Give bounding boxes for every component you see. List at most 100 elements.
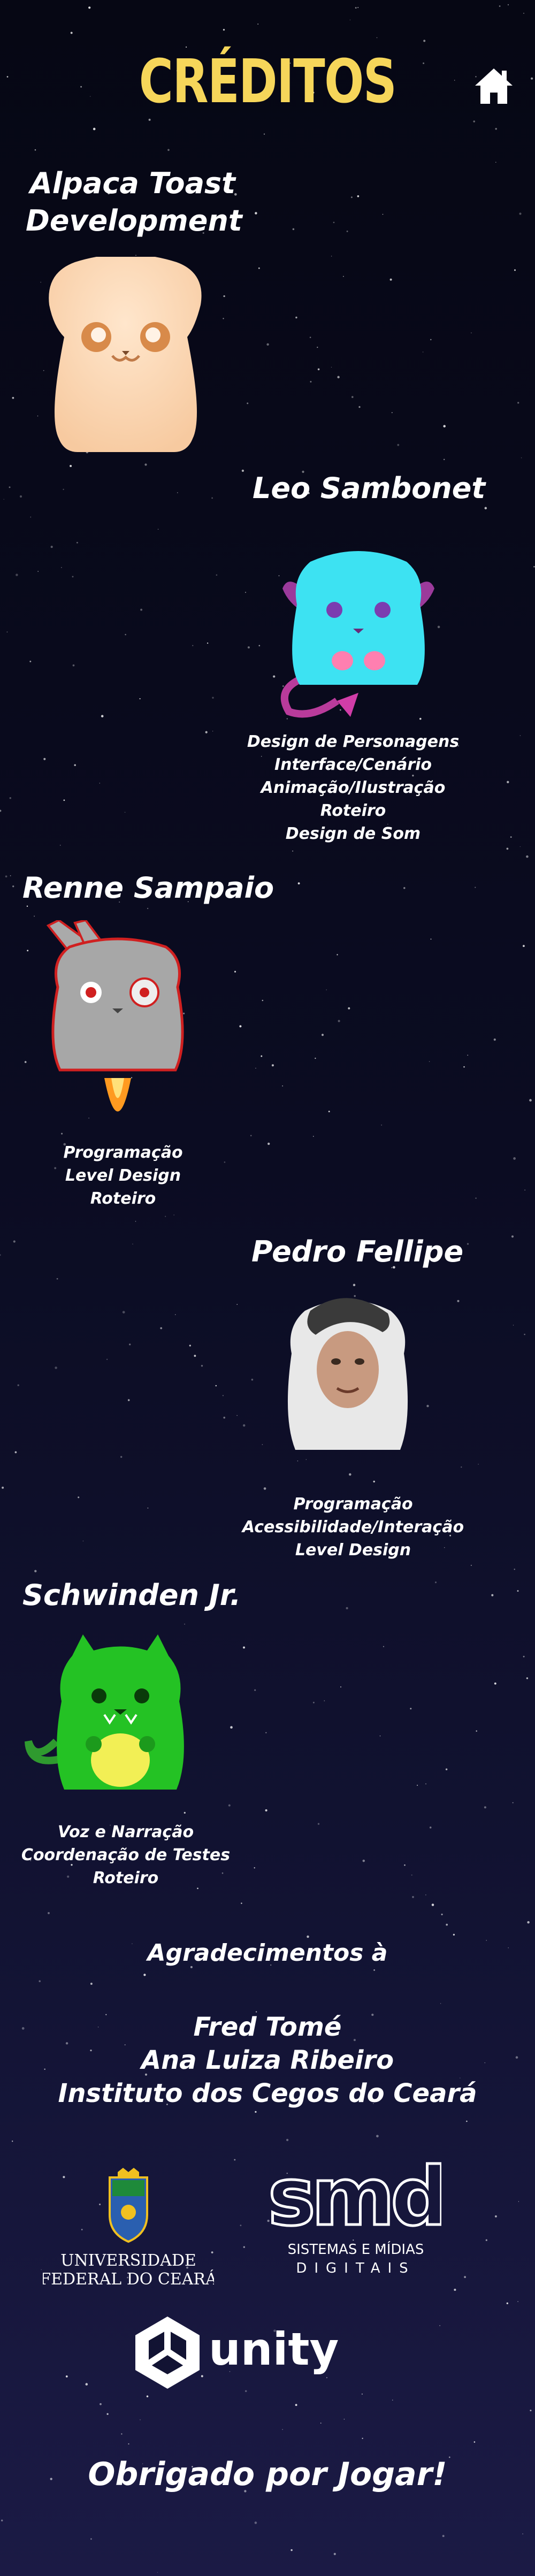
star: [56, 1278, 58, 1280]
star: [177, 492, 178, 493]
star: [429, 1826, 432, 1829]
star: [265, 1809, 268, 1811]
member-name-pedro: Pedro Fellipe: [251, 1235, 464, 1268]
star: [50, 546, 53, 548]
home-icon: [475, 68, 513, 104]
star: [0, 1254, 1, 1256]
star: [411, 1874, 412, 1876]
star: [234, 970, 236, 973]
home-button[interactable]: [471, 63, 517, 109]
star: [201, 1365, 203, 1367]
star: [257, 24, 259, 25]
star: [6, 631, 8, 633]
leo-role-3: Animação/Ilustração: [261, 778, 446, 797]
star: [495, 162, 496, 163]
star: [157, 2572, 158, 2573]
star: [125, 633, 126, 636]
pedro-roles: Programação Acessibilidade/Interação Lev…: [230, 1493, 476, 1562]
star: [376, 37, 378, 39]
star: [338, 1020, 340, 1022]
star: [524, 1334, 525, 1335]
pedro-role-3: Level Design: [295, 1541, 411, 1560]
unity-logo: unity: [135, 2317, 339, 2389]
star: [523, 13, 524, 14]
star: [147, 1507, 149, 1509]
studio-name: Alpaca Toast Development: [26, 165, 242, 240]
star: [37, 571, 39, 572]
star: [517, 1590, 519, 1592]
star: [307, 1935, 309, 1938]
star: [61, 567, 62, 568]
star: [76, 541, 78, 544]
star: [312, 1701, 315, 1703]
schwinden-role-3: Roteiro: [93, 1869, 159, 1887]
star: [519, 212, 522, 215]
star: [223, 28, 225, 31]
star: [454, 2288, 456, 2291]
page-title: CRÉDITOS: [139, 47, 397, 117]
star: [122, 1311, 125, 1314]
star: [240, 2225, 242, 2227]
star: [485, 2239, 487, 2241]
star: [381, 1124, 383, 1126]
star: [514, 1569, 515, 1570]
star: [495, 128, 497, 130]
star: [467, 1243, 469, 1245]
star: [357, 7, 359, 8]
star: [313, 1136, 314, 1137]
star: [5, 875, 7, 878]
star: [55, 1366, 57, 1369]
star: [223, 1416, 226, 1419]
star: [337, 954, 338, 956]
star: [241, 1902, 242, 1904]
star: [12, 396, 14, 399]
star: [343, 2419, 345, 2420]
star: [510, 836, 512, 838]
star: [243, 1646, 245, 1649]
star: [236, 1415, 238, 1416]
star: [88, 6, 91, 9]
star: [514, 269, 516, 271]
star: [2, 1486, 4, 1489]
star: [331, 366, 332, 368]
member-name-leo: Leo Sambonet: [253, 471, 486, 505]
thanks-list: Fred Tomé Ana Luiza Ribeiro Instituto do…: [0, 2011, 535, 2110]
star: [383, 1646, 385, 1647]
star: [250, 1135, 252, 1136]
star: [506, 2302, 508, 2304]
star: [10, 875, 11, 876]
star: [315, 1057, 316, 1059]
ufc-crest-icon: [109, 2168, 148, 2243]
star: [425, 1894, 426, 1895]
star: [139, 698, 141, 700]
ufc-logo: UNIVERSIDADE FEDERAL DO CEARÁ: [43, 2168, 214, 2289]
star: [100, 2403, 102, 2405]
star: [512, 1802, 514, 1803]
star: [320, 2422, 322, 2424]
star: [295, 2404, 297, 2406]
star: [511, 1235, 514, 1238]
star: [72, 576, 74, 578]
star: [362, 2437, 363, 2439]
star: [24, 1061, 27, 1063]
star: [273, 675, 276, 678]
star: [13, 1240, 16, 1243]
pedro-role-1: Programação: [293, 1495, 413, 1514]
leo-roles: Design de Personagens Interface/Cenário …: [230, 730, 476, 845]
star: [337, 376, 340, 379]
star: [140, 608, 143, 611]
star: [425, 1783, 426, 1785]
star: [513, 1157, 516, 1160]
star: [333, 2552, 336, 2555]
star: [140, 2419, 141, 2420]
star: [457, 1300, 460, 1302]
star: [247, 402, 249, 404]
star: [239, 1025, 242, 1028]
smd-logo: smd SISTEMAS E MÍDIAS DIGITAIS: [270, 2155, 441, 2276]
star: [48, 1912, 50, 1914]
star: [262, 1444, 263, 1446]
star: [522, 2533, 524, 2535]
star: [484, 507, 487, 510]
star: [446, 1923, 448, 1926]
star: [37, 415, 39, 417]
